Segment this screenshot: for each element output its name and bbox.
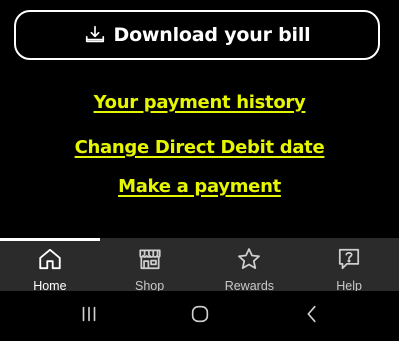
bottom-tab-bar: Home Shop Rewards Help <box>0 238 399 293</box>
make-payment-link[interactable]: Make a payment <box>118 176 281 197</box>
payment-history-link[interactable]: Your payment history <box>94 92 306 113</box>
tab-shop[interactable]: Shop <box>100 238 200 293</box>
recent-apps-icon <box>78 303 100 329</box>
system-home-button[interactable] <box>185 303 215 329</box>
recent-apps-button[interactable] <box>74 303 104 329</box>
home-circle-icon <box>189 303 211 329</box>
download-tray-icon <box>84 24 106 46</box>
make-payment-link-row: Make a payment <box>0 176 399 197</box>
payment-history-link-row: Your payment history <box>0 92 399 113</box>
active-tab-indicator <box>0 238 100 241</box>
change-direct-debit-date-link-row: Change Direct Debit date <box>0 137 399 158</box>
back-chevron-icon <box>301 303 323 329</box>
help-chat-icon <box>336 246 362 276</box>
system-navigation-bar <box>0 291 399 341</box>
tab-help[interactable]: Help <box>299 238 399 293</box>
shop-icon <box>137 246 163 276</box>
star-icon <box>236 246 262 276</box>
change-direct-debit-date-link[interactable]: Change Direct Debit date <box>75 137 325 158</box>
tab-rewards[interactable]: Rewards <box>200 238 300 293</box>
tab-home[interactable]: Home <box>0 238 100 293</box>
download-bill-button[interactable]: Download your bill <box>14 10 380 60</box>
download-bill-label: Download your bill <box>113 24 311 46</box>
system-back-button[interactable] <box>297 303 327 329</box>
home-icon <box>37 246 63 276</box>
